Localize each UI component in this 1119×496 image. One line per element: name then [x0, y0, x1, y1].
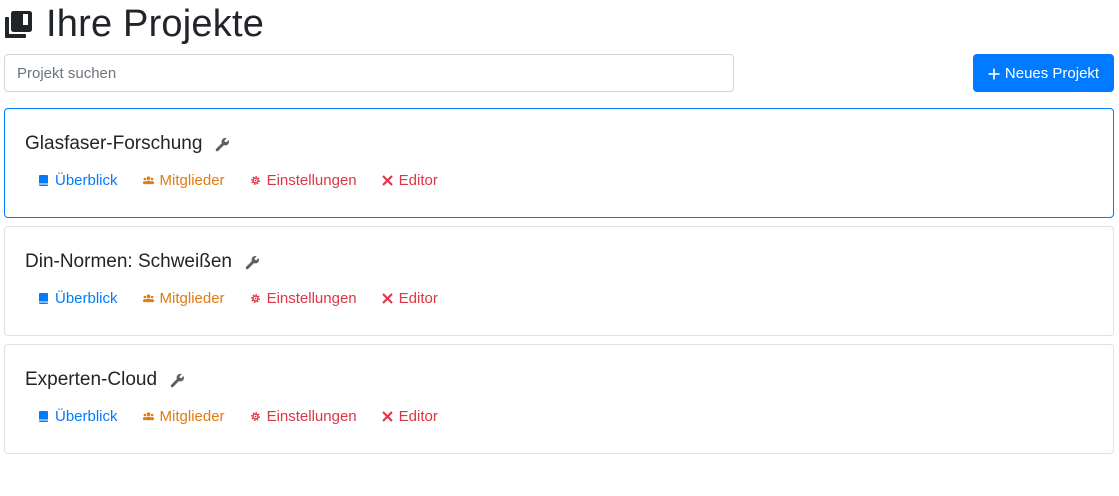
members-link[interactable]: Mitglieder — [142, 289, 225, 307]
book-icon — [39, 174, 48, 186]
users-icon — [142, 411, 154, 420]
gear-icon — [250, 411, 260, 421]
gear-icon — [250, 293, 260, 303]
members-link[interactable]: Mitglieder — [142, 171, 225, 189]
overview-label: Überblick — [55, 407, 118, 425]
project-links: Überblick Mitglieder Einstellungen Edito… — [38, 287, 463, 309]
editor-link[interactable]: Editor — [381, 289, 438, 307]
overview-label: Überblick — [55, 171, 118, 189]
members-link[interactable]: Mitglieder — [142, 407, 225, 425]
members-label: Mitglieder — [159, 289, 225, 307]
tools-icon — [381, 410, 393, 422]
project-card: Din-Normen: Schweißen Überblick Mitglied… — [4, 226, 1114, 336]
settings-label: Einstellungen — [266, 171, 357, 189]
book-icon — [39, 292, 48, 304]
overview-link[interactable]: Überblick — [38, 172, 118, 189]
users-icon — [142, 293, 154, 302]
wrench-icon[interactable] — [170, 373, 185, 388]
project-links: Überblick Mitglieder Einstellungen Edito… — [38, 169, 463, 191]
tools-icon — [381, 174, 393, 186]
overview-link[interactable]: Überblick — [38, 290, 118, 307]
editor-link[interactable]: Editor — [381, 171, 438, 189]
books-icon — [5, 10, 32, 38]
wrench-icon[interactable] — [215, 137, 230, 152]
page-title: Ihre Projekte — [46, 3, 265, 45]
project-title: Glasfaser-Forschung — [25, 133, 203, 154]
settings-link[interactable]: Einstellungen — [250, 290, 357, 307]
users-icon — [142, 175, 154, 184]
projects-page: Ihre Projekte Neues Projekt Glasfaser-Fo… — [0, 0, 1119, 496]
editor-link[interactable]: Editor — [381, 407, 438, 425]
page-header: Ihre Projekte — [5, 2, 264, 46]
editor-label: Editor — [398, 171, 438, 189]
overview-label: Überblick — [55, 289, 118, 307]
overview-link[interactable]: Überblick — [38, 408, 118, 425]
tools-icon — [381, 292, 393, 304]
members-label: Mitglieder — [159, 171, 225, 189]
plus-icon — [988, 67, 1000, 80]
settings-label: Einstellungen — [266, 407, 357, 425]
new-project-button[interactable]: Neues Projekt — [973, 54, 1114, 92]
project-title: Din-Normen: Schweißen — [25, 251, 232, 272]
search-input[interactable] — [4, 54, 734, 92]
settings-label: Einstellungen — [266, 289, 357, 307]
project-links: Überblick Mitglieder Einstellungen Edito… — [38, 405, 463, 427]
settings-link[interactable]: Einstellungen — [250, 408, 357, 425]
wrench-icon[interactable] — [245, 255, 260, 270]
project-title: Experten-Cloud — [25, 369, 158, 390]
editor-label: Editor — [398, 289, 438, 307]
new-project-label: Neues Projekt — [1004, 64, 1100, 82]
project-card: Experten-Cloud Überblick Mitglieder Eins… — [4, 344, 1114, 454]
settings-link[interactable]: Einstellungen — [250, 172, 357, 189]
gear-icon — [250, 175, 260, 185]
members-label: Mitglieder — [159, 407, 225, 425]
editor-label: Editor — [398, 407, 438, 425]
project-card: Glasfaser-Forschung Überblick Mitglieder… — [4, 108, 1114, 218]
book-icon — [39, 410, 48, 422]
